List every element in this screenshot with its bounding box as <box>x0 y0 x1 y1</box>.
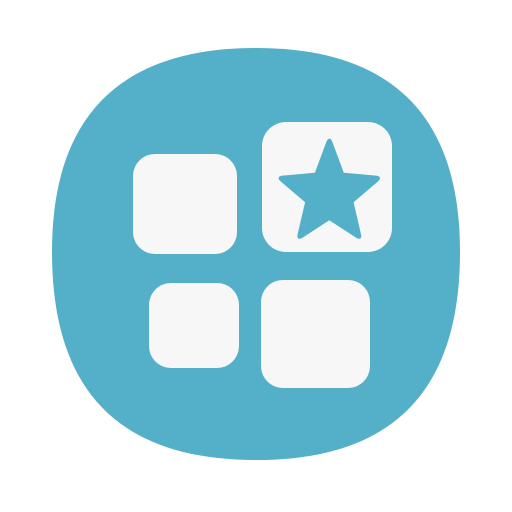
icon-canvas <box>0 0 512 512</box>
icon-background <box>52 48 460 460</box>
app-tile-top-left <box>133 154 237 254</box>
apps-favorites-icon <box>52 48 460 460</box>
app-tile-bottom-left <box>149 283 239 368</box>
app-tile-bottom-right <box>261 280 370 388</box>
